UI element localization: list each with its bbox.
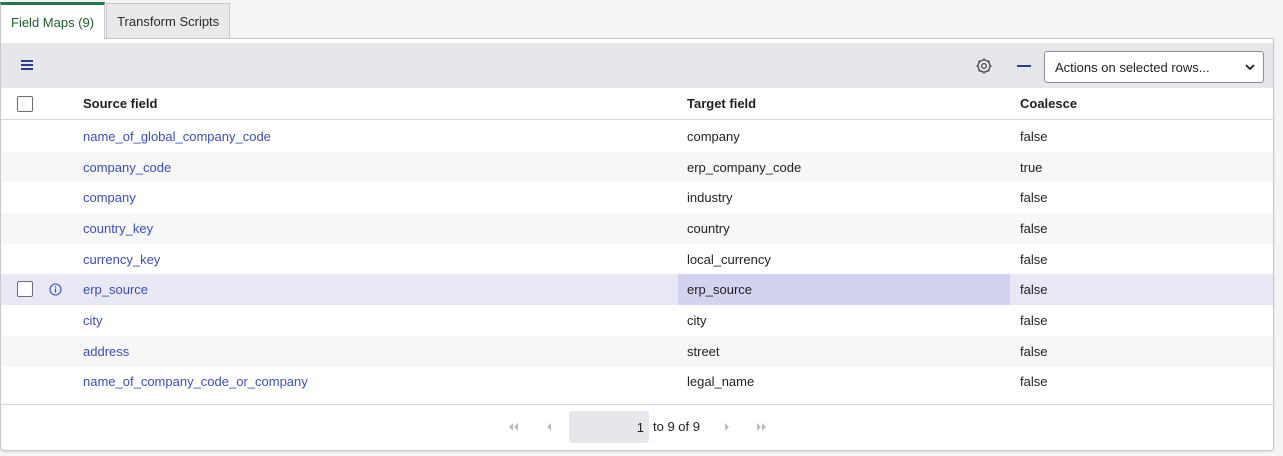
- source-field-link[interactable]: country_key: [83, 213, 153, 244]
- table-header: Source field Target field Coalesce: [1, 88, 1273, 120]
- target-field-cell: erp_company_code: [687, 159, 802, 175]
- source-field-link[interactable]: address: [83, 336, 129, 367]
- table-row: company industry false: [1, 182, 1273, 213]
- tab-bar: Field Maps (9) Transform Scripts: [0, 2, 231, 39]
- last-page-icon[interactable]: [755, 421, 769, 433]
- table-row: name_of_company_code_or_company legal_na…: [1, 367, 1273, 398]
- tab-transform-scripts[interactable]: Transform Scripts: [106, 3, 231, 39]
- page-range-text: to 9 of 9: [653, 419, 700, 434]
- target-field-cell: street: [687, 343, 720, 359]
- source-field-link[interactable]: erp_source: [83, 274, 148, 305]
- table-body: name_of_global_company_code company fals…: [1, 121, 1273, 397]
- table-row: address street false: [1, 335, 1273, 367]
- coalesce-cell: false: [1020, 190, 1048, 206]
- source-field-link[interactable]: company_code: [83, 152, 171, 183]
- coalesce-cell: false: [1020, 128, 1048, 144]
- table-row: erp_source erp_source false: [1, 274, 1273, 306]
- target-field-cell: erp_source: [678, 274, 1010, 306]
- field-maps-panel: Actions on selected rows... Source field…: [0, 38, 1274, 451]
- gear-icon[interactable]: [975, 57, 993, 75]
- chevron-down-icon: [1245, 64, 1255, 71]
- table-row: country_key country false: [1, 213, 1273, 244]
- coalesce-cell: false: [1020, 282, 1048, 298]
- actions-select-label: Actions on selected rows...: [1055, 59, 1210, 75]
- previous-page-icon[interactable]: [542, 421, 556, 433]
- coalesce-cell: false: [1020, 312, 1048, 328]
- target-field-cell: legal_name: [687, 374, 755, 390]
- source-field-link[interactable]: currency_key: [83, 244, 160, 275]
- source-field-link[interactable]: name_of_company_code_or_company: [83, 367, 308, 398]
- header-source-field[interactable]: Source field: [83, 88, 157, 119]
- header-target-field[interactable]: Target field: [687, 88, 756, 119]
- source-field-link[interactable]: name_of_global_company_code: [83, 121, 271, 152]
- table-row: name_of_global_company_code company fals…: [1, 121, 1273, 152]
- table-row: city city false: [1, 305, 1273, 336]
- target-field-cell: country: [687, 220, 730, 236]
- target-field-cell: company: [687, 128, 740, 144]
- list-menu-icon[interactable]: [21, 60, 35, 72]
- source-field-link[interactable]: company: [83, 182, 136, 213]
- table-row: company_code erp_company_code true: [1, 151, 1273, 183]
- source-field-link[interactable]: city: [83, 305, 103, 336]
- coalesce-cell: false: [1020, 374, 1048, 390]
- next-page-icon[interactable]: [720, 421, 734, 433]
- coalesce-cell: true: [1020, 159, 1043, 175]
- actions-select[interactable]: Actions on selected rows...: [1044, 51, 1264, 83]
- coalesce-cell: false: [1020, 343, 1048, 359]
- select-all-checkbox[interactable]: [17, 96, 33, 112]
- first-page-icon[interactable]: [506, 421, 520, 433]
- page-number-input[interactable]: [569, 411, 649, 443]
- table-row: currency_key local_currency false: [1, 244, 1273, 275]
- minus-icon[interactable]: [1017, 65, 1031, 67]
- tab-field-maps[interactable]: Field Maps (9): [0, 2, 106, 39]
- target-field-cell: city: [687, 312, 707, 328]
- row-checkbox[interactable]: [17, 281, 33, 298]
- header-coalesce[interactable]: Coalesce: [1020, 88, 1077, 119]
- target-field-cell: industry: [687, 190, 733, 206]
- list-toolbar: Actions on selected rows...: [1, 43, 1273, 88]
- coalesce-cell: false: [1020, 251, 1048, 267]
- target-field-cell: local_currency: [687, 251, 771, 267]
- coalesce-cell: false: [1020, 220, 1048, 236]
- pagination-bar: to 9 of 9: [1, 404, 1273, 450]
- info-icon[interactable]: [49, 283, 62, 296]
